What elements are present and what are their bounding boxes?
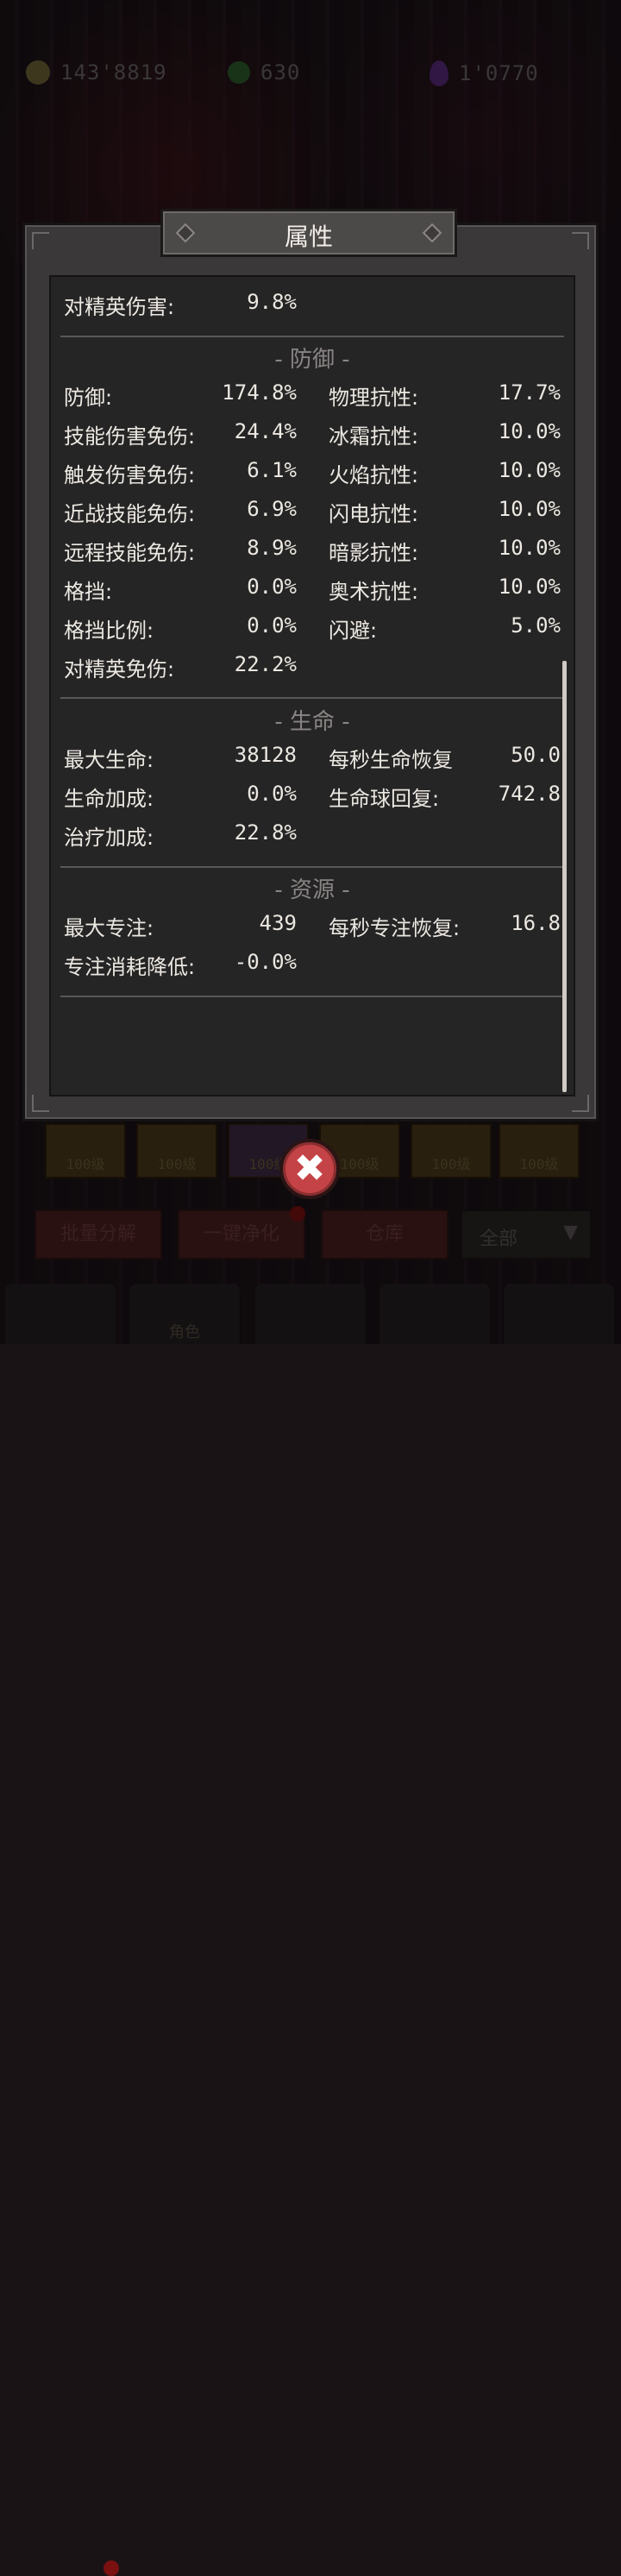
notification-dot xyxy=(104,2560,119,2576)
panel-corner xyxy=(32,1095,49,1112)
section-title-resource: - 资源 - xyxy=(274,877,350,903)
stat-value: 9.8% xyxy=(247,290,297,314)
panel-title-plate: 属性 xyxy=(160,209,457,257)
panel-corner xyxy=(572,1095,589,1112)
section-divider xyxy=(60,336,564,337)
section-title-defense: - 防御 - xyxy=(274,347,350,373)
stat-row: 对精英伤害: 9.8% xyxy=(38,290,566,324)
panel-corner xyxy=(32,232,49,249)
stat-label: 对精英伤害: xyxy=(64,295,175,319)
section-divider xyxy=(60,697,564,699)
close-icon: ✖ xyxy=(293,1147,326,1191)
section-divider xyxy=(60,866,564,868)
section-divider xyxy=(60,996,564,997)
panel-scrollbar[interactable] xyxy=(562,661,567,1092)
section-title-life: - 生命 - xyxy=(274,709,350,735)
panel-title: 属性 xyxy=(284,223,333,251)
close-button[interactable]: ✖ xyxy=(279,1139,340,1199)
panel-corner xyxy=(572,232,589,249)
